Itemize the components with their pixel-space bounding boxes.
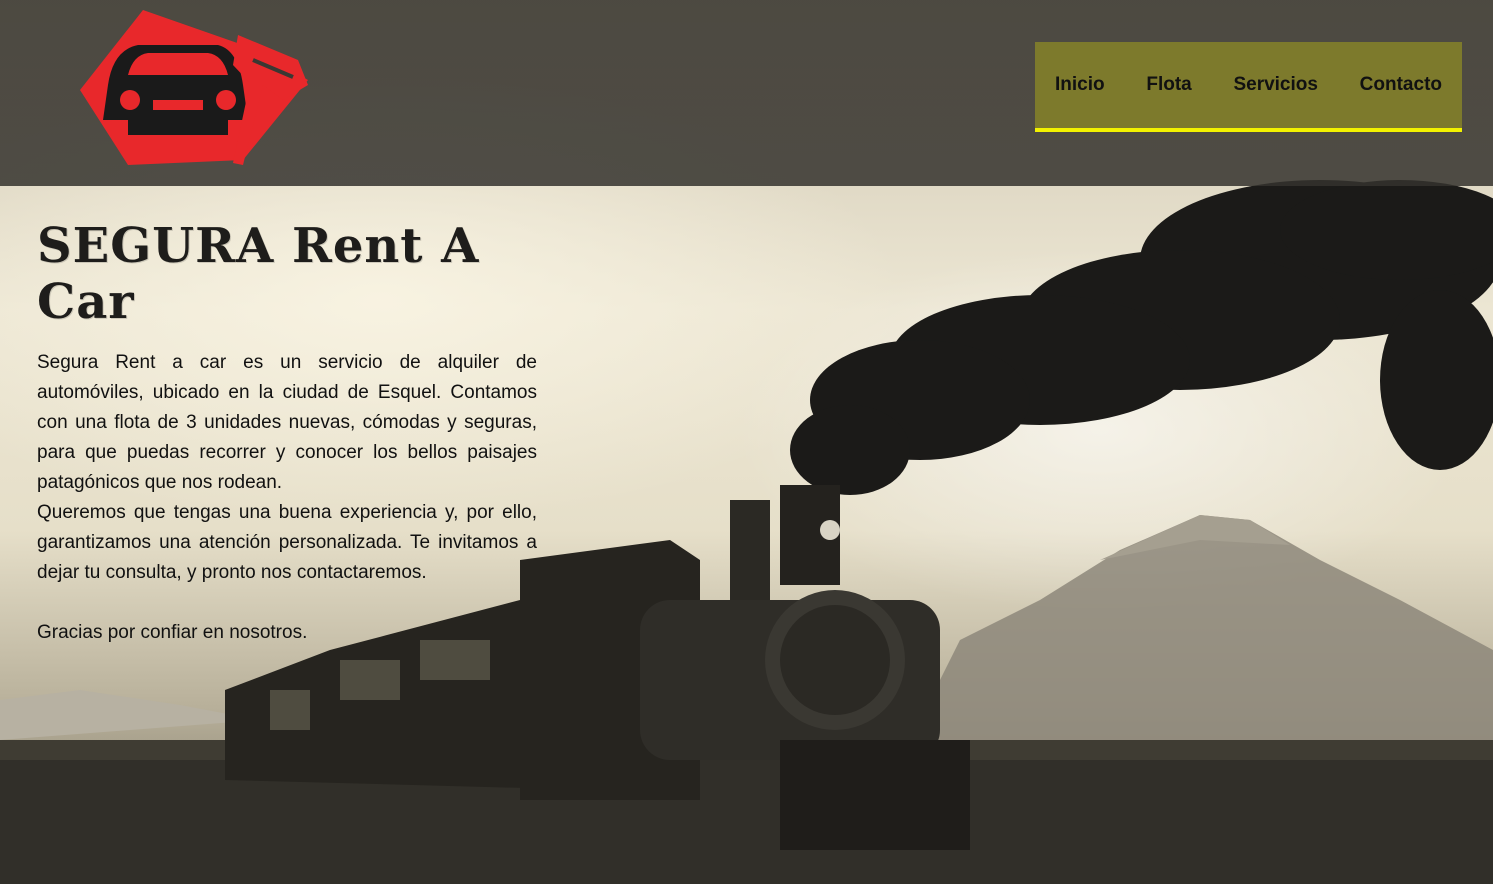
site-header: Inicio Flota Servicios Contacto bbox=[0, 0, 1493, 186]
intro-paragraph-2: Queremos que tengas una buena experienci… bbox=[37, 502, 537, 583]
nav-item-inicio[interactable]: Inicio bbox=[1055, 74, 1105, 96]
nav-item-flota[interactable]: Flota bbox=[1146, 74, 1191, 96]
car-key-icon[interactable] bbox=[68, 5, 318, 175]
main-nav: Inicio Flota Servicios Contacto bbox=[1035, 42, 1462, 132]
nav-item-contacto[interactable]: Contacto bbox=[1360, 74, 1442, 96]
page-title: SEGURA Rent A Car bbox=[37, 218, 480, 330]
intro-paragraph-3: Gracias por confiar en nosotros. bbox=[37, 622, 308, 643]
intro-paragraph-1: Segura Rent a car es un servicio de alqu… bbox=[37, 352, 537, 493]
nav-item-servicios[interactable]: Servicios bbox=[1233, 74, 1318, 96]
intro-section: SEGURA Rent A Car Segura Rent a car es u… bbox=[37, 218, 537, 648]
